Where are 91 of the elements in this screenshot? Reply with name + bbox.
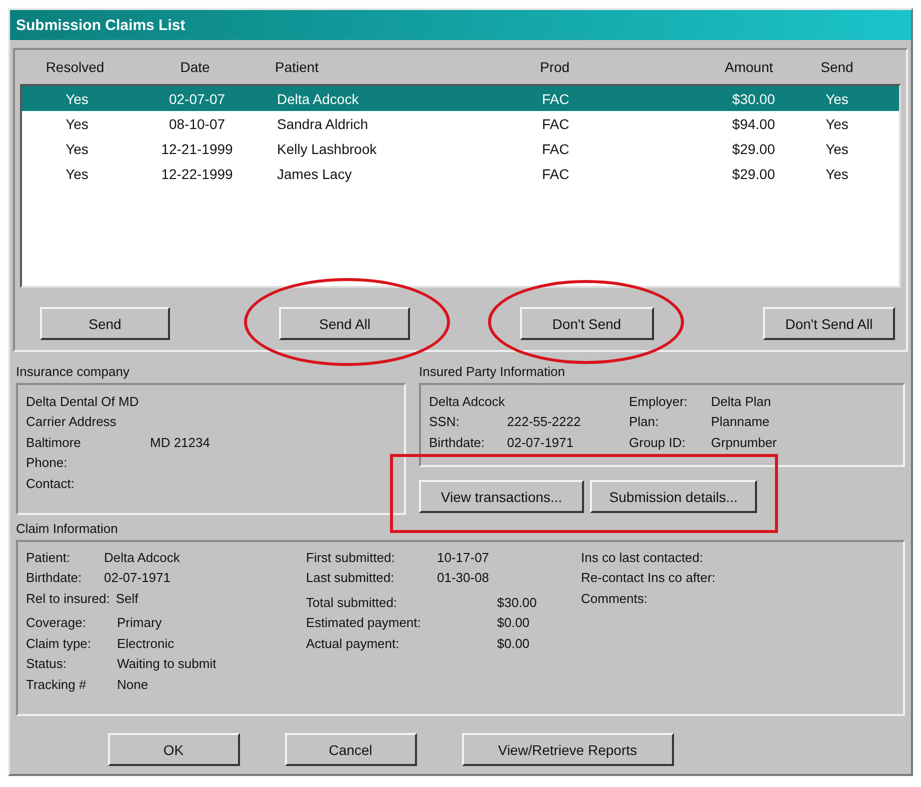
field-value: 02-07-1971 [507, 434, 574, 450]
table-cell-text: Yes [824, 140, 850, 156]
field-value: Delta Plan [711, 394, 771, 409]
field-value: Self [116, 590, 138, 606]
field-label: Patient: [26, 550, 72, 565]
field-value: Planname [711, 414, 770, 430]
field-label: Tracking # [26, 676, 88, 692]
table-cell-text: FAC [541, 116, 570, 132]
detail-button[interactable]: Submission details... [590, 480, 757, 513]
column-header[interactable]: Send [773, 59, 901, 75]
table-cell-text: $30.00 [731, 90, 775, 106]
table-cell-text: FAC [541, 90, 570, 106]
table-cell-text: Yes [64, 166, 90, 182]
field-value: 01-30-08 [437, 570, 490, 586]
group-heading: Insurance company [16, 364, 130, 379]
field-label: First submitted: [306, 550, 396, 565]
detail-button[interactable]: View transactions... [419, 480, 584, 513]
field-label: Employer: [629, 394, 689, 409]
table-cell-text: Yes [824, 90, 850, 106]
address-text: Carrier Address [26, 414, 116, 430]
column-header[interactable]: Prod [525, 59, 655, 75]
field-value: $0.00 [497, 636, 530, 651]
table-cell-text: 12-21-1999 [160, 140, 234, 156]
field-label: Total submitted: [306, 594, 398, 610]
field-value: Delta Adcock [104, 550, 180, 565]
claim-row[interactable]: Yes 02-07-07 Delta Adcock FAC $30.00 Yes [22, 86, 899, 111]
list-button[interactable]: Don't Send [520, 307, 654, 340]
column-header[interactable]: Patient [260, 59, 525, 75]
field-value: Grpnumber [711, 434, 777, 450]
table-cell-text: 08-10-07 [168, 116, 226, 132]
field-label: Last submitted: [306, 570, 396, 586]
list-button[interactable]: Send [40, 307, 170, 340]
table-cell-text: Kelly Lashbrook [276, 140, 378, 156]
table-cell-text: Yes [64, 90, 90, 106]
field-label: Ins co last contacted: [581, 550, 704, 565]
field-value: Primary [117, 615, 162, 630]
table-cell-text: James Lacy [276, 166, 353, 182]
field-label: Plan: [629, 414, 660, 430]
field-label: Re-contact Ins co after: [581, 570, 716, 586]
field-value: Waiting to submit [117, 656, 216, 672]
address-text: Contact: [26, 476, 74, 491]
table-cell-text: $29.00 [731, 140, 775, 156]
field-value: 222-55-2222 [507, 414, 581, 430]
field-value: $30.00 [497, 594, 537, 610]
field-value: 02-07-1971 [104, 570, 170, 586]
table-cell-text: Yes [824, 166, 850, 182]
table-cell-text: 02-07-07 [168, 90, 226, 106]
field-label: Group ID: [629, 434, 686, 450]
field-label: Status: [26, 656, 68, 672]
field-label: Rel to insured: [26, 590, 110, 606]
field-value: Electronic [117, 636, 174, 651]
address-text: Delta Dental Of MD [26, 394, 139, 409]
table-cell-text: Yes [824, 116, 850, 132]
claim-row[interactable]: Yes 08-10-07 Sandra Aldrich FAC $94.00 Yes [22, 111, 899, 136]
field-value: Delta Adcock [429, 394, 505, 409]
table-cell-text: FAC [541, 166, 570, 182]
field-label: Estimated payment: [306, 615, 422, 630]
table-cell-text: Yes [64, 140, 90, 156]
field-label: SSN: [429, 414, 460, 430]
group-heading: Claim Information [16, 521, 119, 536]
list-button[interactable]: Send All [279, 307, 410, 340]
address-text: Baltimore [26, 434, 82, 450]
table-cell-text: $29.00 [731, 166, 775, 182]
field-label: Birthdate: [429, 434, 486, 450]
address-text: MD 21234 [150, 434, 210, 450]
field-label: Birthdate: [26, 570, 83, 586]
column-header[interactable]: Date [130, 59, 260, 75]
column-header[interactable]: Resolved [20, 59, 130, 75]
dialog-button[interactable]: OK [108, 733, 240, 766]
column-header[interactable]: Amount [655, 59, 773, 75]
dialog-button[interactable]: Cancel [284, 733, 416, 766]
field-label: Claim type: [26, 636, 92, 651]
field-label: Actual payment: [306, 636, 400, 651]
table-cell-text: Yes [64, 116, 90, 132]
dialog-button[interactable]: View/Retrieve Reports [462, 733, 674, 766]
table-cell-text: $94.00 [731, 116, 775, 132]
claim-row[interactable]: Yes 12-21-1999 Kelly Lashbrook FAC $29.00 Yes [22, 136, 899, 161]
field-label: Comments: [581, 590, 648, 606]
field-value: None [117, 676, 148, 692]
table-cell-text: Delta Adcock [276, 90, 360, 106]
address-text: Phone: [26, 455, 68, 470]
field-value: 10-17-07 [437, 550, 490, 565]
field-value: $0.00 [497, 615, 530, 630]
group-heading: Insured Party Information [419, 364, 566, 379]
table-cell-text: FAC [541, 140, 570, 156]
claim-row[interactable]: Yes 12-22-1999 James Lacy FAC $29.00 Yes [22, 161, 899, 186]
field-label: Coverage: [26, 615, 87, 630]
list-button[interactable]: Don't Send All [762, 307, 895, 340]
table-cell-text: Sandra Aldrich [276, 116, 370, 132]
window-title: Submission Claims List [16, 16, 186, 34]
table-cell-text: 12-22-1999 [160, 166, 234, 182]
